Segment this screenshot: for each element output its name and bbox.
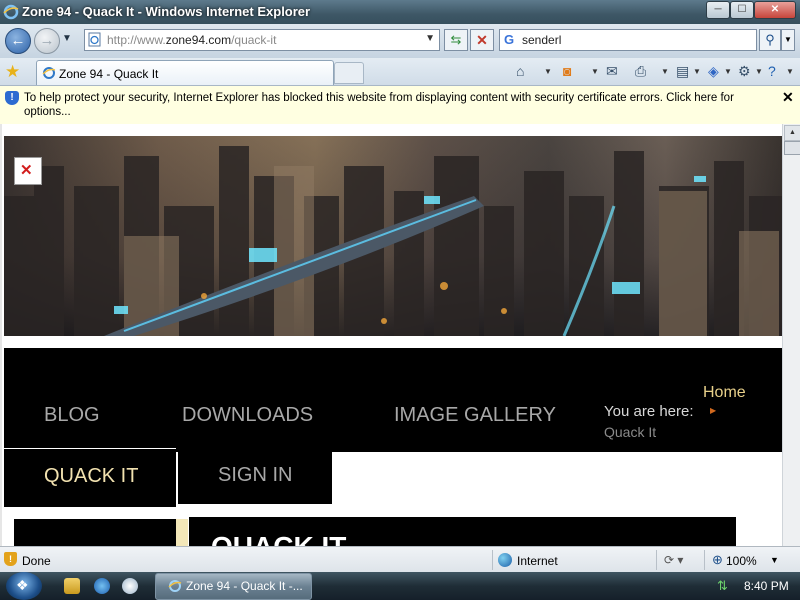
search-box[interactable]: G: [499, 29, 757, 51]
broken-image-icon: ✕: [14, 157, 42, 185]
shield-icon: !: [5, 91, 19, 105]
ie-tab-icon: [42, 67, 56, 79]
nav-link-sign-in[interactable]: SIGN IN: [178, 452, 332, 504]
refresh-button[interactable]: ⇆: [444, 29, 468, 51]
search-input[interactable]: [520, 31, 744, 49]
close-info-bar-icon[interactable]: ✕: [782, 89, 794, 106]
new-tab-button[interactable]: [334, 62, 364, 84]
windows-explorer-icon[interactable]: [64, 578, 80, 594]
status-divider: [704, 550, 705, 570]
sidebar-accent: [176, 519, 188, 546]
taskbar-window-label: Zone 94 - Quack It -...: [186, 579, 303, 593]
security-info-bar[interactable]: ! To help protect your security, Interne…: [0, 86, 800, 125]
scroll-up-arrow-icon[interactable]: ▲: [784, 125, 800, 141]
feeds-icon[interactable]: ◙: [563, 63, 571, 79]
system-clock[interactable]: 8:40 PM: [744, 579, 789, 593]
address-field[interactable]: http://www.zone94.com/quack-it ▼: [84, 29, 440, 51]
page-menu-icon[interactable]: ▤: [676, 63, 689, 80]
home-icon[interactable]: ⌂: [516, 63, 524, 79]
page-icon: [88, 32, 101, 47]
search-button[interactable]: ⚲: [759, 29, 781, 51]
internet-zone-globe-icon: [498, 553, 512, 567]
tab-label: Zone 94 - Quack It: [59, 67, 159, 81]
start-button[interactable]: ❖: [6, 572, 42, 600]
google-icon: G: [504, 32, 515, 47]
network-tray-icon[interactable]: ⇅: [717, 578, 728, 594]
windows-taskbar: ❖ Zone 94 - Quack It -... ⇅ 8:40 PM: [0, 572, 800, 600]
site-navigation: BLOG DOWNLOADS IMAGE GALLERY Home You ar…: [4, 348, 782, 452]
tools-dropdown-icon[interactable]: ▼: [755, 67, 763, 76]
internet-explorer-icon[interactable]: [94, 578, 110, 594]
favorites-star-icon[interactable]: ★: [5, 62, 20, 82]
forward-button[interactable]: →: [34, 28, 60, 54]
recent-pages-dropdown-icon[interactable]: ▼: [62, 33, 72, 44]
status-bar: ! Done Internet ⟳ ▾ ⊕ 100% ▼: [0, 546, 800, 573]
url-text[interactable]: http://www.zone94.com/quack-it: [107, 33, 276, 47]
city-banner-image: [4, 136, 782, 336]
main-content-header: QUACK IT: [189, 517, 736, 546]
feeds-dropdown-icon[interactable]: ▼: [591, 67, 599, 76]
mail-icon[interactable]: ✉: [606, 63, 618, 80]
security-warning-icon[interactable]: !: [4, 552, 17, 566]
breadcrumb-arrow-icon: ▶: [710, 406, 717, 415]
nav-link-downloads[interactable]: DOWNLOADS: [182, 404, 313, 427]
nav-sign-in-label: SIGN IN: [218, 464, 293, 486]
nav-link-quack-it[interactable]: QUACK IT: [4, 448, 176, 507]
page-title: QUACK IT: [211, 531, 346, 546]
tab-bar: ★ Zone 94 - Quack It ⌂ ▼ ◙ ▼ ✉ ⎙ ▼ ▤ ▼ ◈…: [0, 58, 800, 86]
stop-button[interactable]: ✕: [470, 29, 494, 51]
close-button[interactable]: ✕: [754, 1, 796, 19]
tools-gear-icon[interactable]: ⚙: [738, 63, 751, 80]
search-options-dropdown-icon[interactable]: ▼: [781, 29, 795, 51]
help-dropdown-icon[interactable]: ▼: [786, 67, 794, 76]
breadcrumb-current: Quack It: [604, 424, 657, 440]
safety-dropdown-icon[interactable]: ▼: [724, 67, 732, 76]
zoom-icon[interactable]: ⊕: [712, 552, 723, 568]
breadcrumb-prefix: You are here:: [604, 403, 694, 420]
tab-zone94[interactable]: Zone 94 - Quack It: [36, 60, 334, 85]
nav-link-blog[interactable]: BLOG: [44, 404, 100, 427]
window-title-bar[interactable]: Zone 94 - Quack It - Windows Internet Ex…: [0, 0, 800, 24]
windows-logo-icon: ❖: [16, 577, 29, 593]
scroll-thumb[interactable]: [784, 141, 800, 155]
status-divider: [656, 550, 657, 570]
print-icon[interactable]: ⎙: [635, 63, 646, 80]
status-text: Done: [22, 554, 51, 568]
nav-link-image-gallery[interactable]: IMAGE GALLERY: [394, 404, 556, 427]
nav-quack-it-label: QUACK IT: [44, 465, 139, 487]
breadcrumb-home-link[interactable]: Home: [703, 384, 746, 402]
address-dropdown-icon[interactable]: ▼: [425, 33, 435, 44]
ie-logo-icon: [3, 4, 19, 20]
media-player-icon[interactable]: [122, 578, 138, 594]
vertical-scrollbar[interactable]: ▲: [782, 124, 800, 546]
security-zone-label[interactable]: Internet: [517, 554, 558, 568]
back-button[interactable]: ←: [5, 28, 31, 54]
status-divider: [492, 550, 493, 570]
print-dropdown-icon[interactable]: ▼: [661, 67, 669, 76]
sidebar-panel: [14, 519, 176, 546]
help-icon[interactable]: ?: [768, 63, 776, 79]
ie-task-icon: [168, 580, 182, 592]
maximize-button[interactable]: ☐: [730, 1, 754, 19]
safety-icon[interactable]: ◈: [708, 63, 719, 80]
protected-mode-icon[interactable]: ⟳ ▾: [664, 553, 683, 567]
info-bar-message[interactable]: To help protect your security, Internet …: [24, 91, 764, 119]
zoom-dropdown-icon[interactable]: ▼: [770, 555, 779, 565]
minimize-button[interactable]: ─: [706, 1, 730, 19]
taskbar-window-button[interactable]: Zone 94 - Quack It -...: [155, 573, 312, 600]
page-viewport: ✕ BLOG DOWNLOADS IMAGE GALLERY Home You …: [0, 124, 782, 546]
page-dropdown-icon[interactable]: ▼: [693, 67, 701, 76]
window-title: Zone 94 - Quack It - Windows Internet Ex…: [22, 4, 311, 19]
address-toolbar: ← → ▼ http://www.zone94.com/quack-it ▼ ⇆…: [0, 24, 800, 59]
zoom-level[interactable]: 100%: [726, 554, 757, 568]
home-dropdown-icon[interactable]: ▼: [544, 67, 552, 76]
